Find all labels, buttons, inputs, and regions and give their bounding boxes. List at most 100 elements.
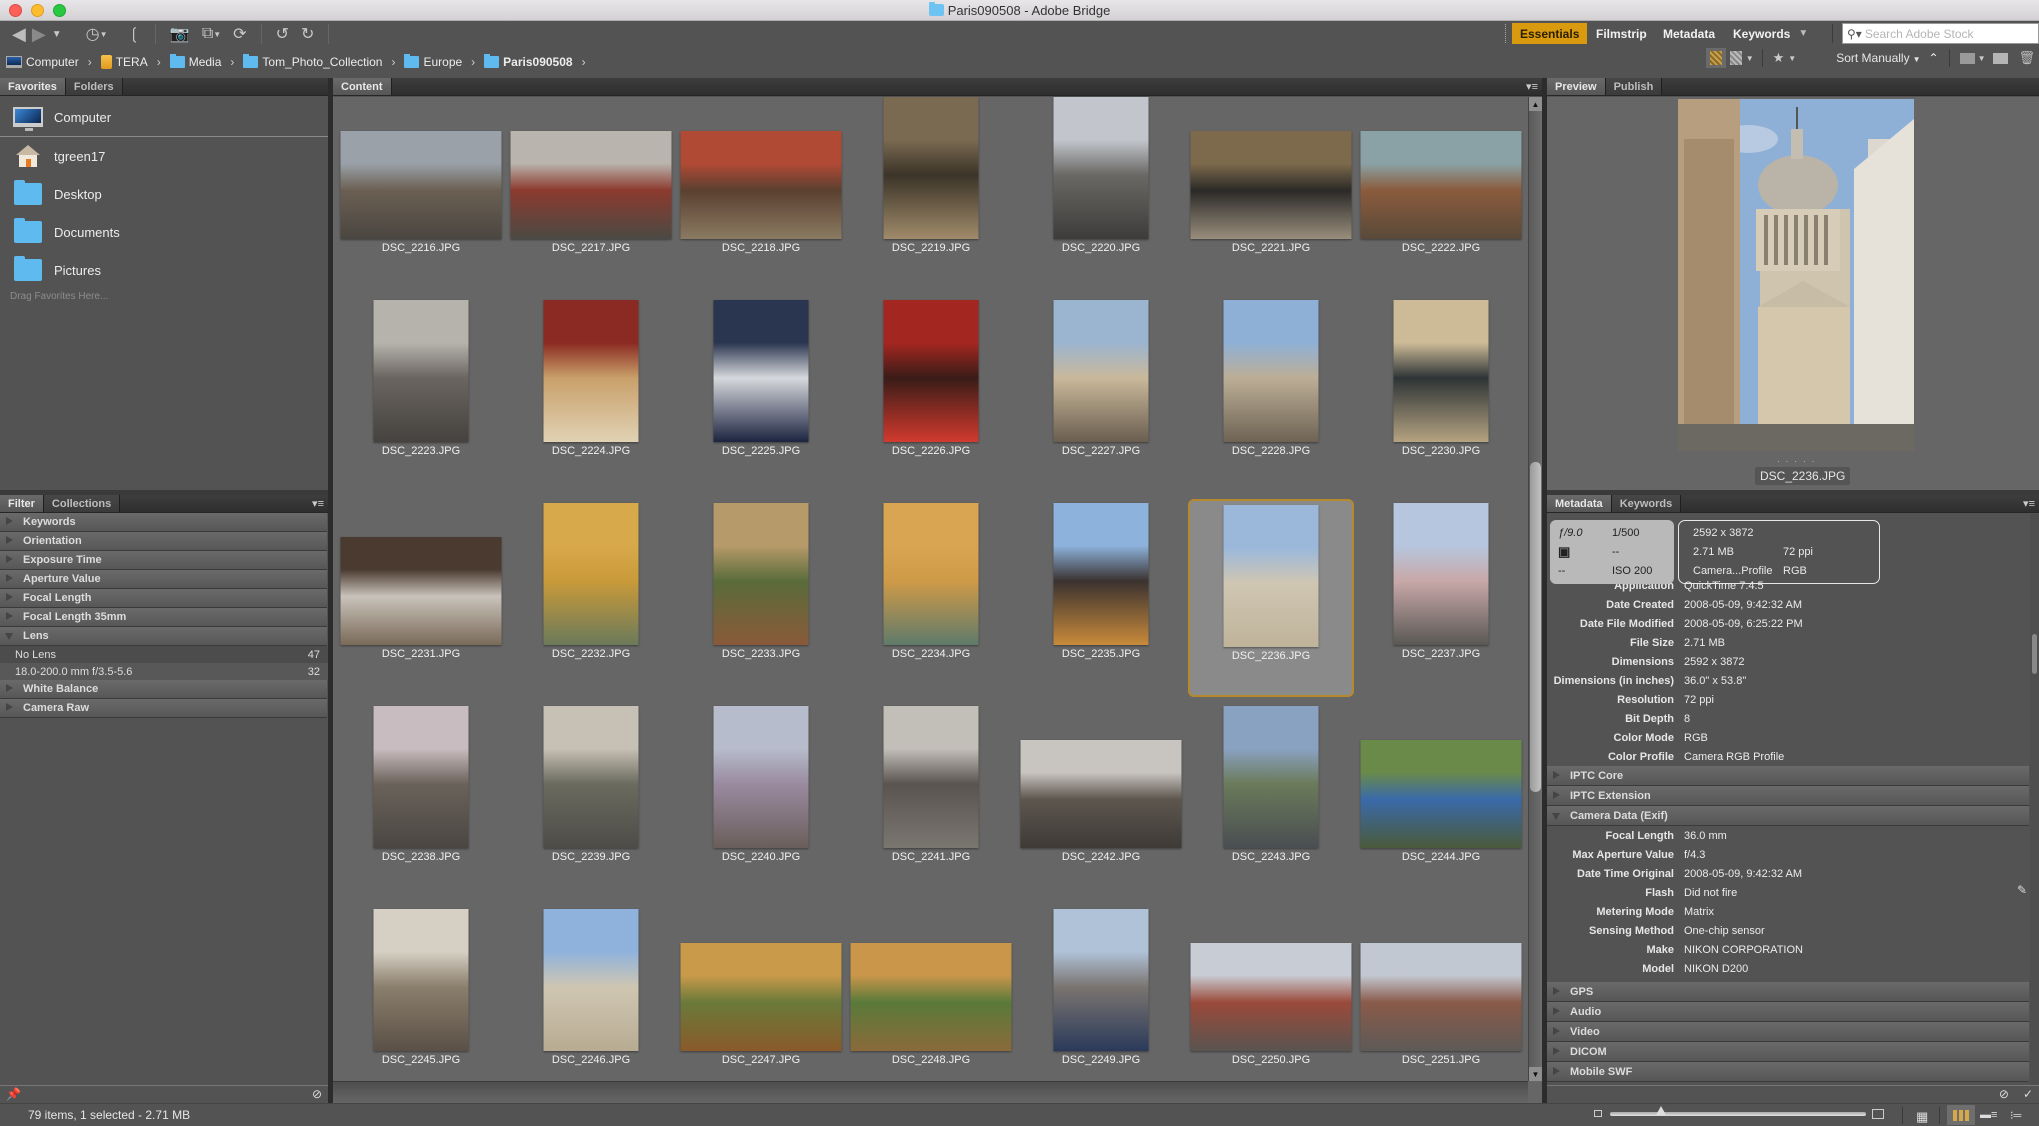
metadata-value[interactable]: 2592 x 3872 xyxy=(1684,656,1745,668)
search-input[interactable] xyxy=(1864,26,2035,41)
disclosure-triangle-icon[interactable] xyxy=(6,593,13,601)
thumbnail-image[interactable] xyxy=(680,943,842,1051)
scroll-up-icon[interactable]: ▲ xyxy=(1529,97,1542,111)
disclosure-triangle-icon[interactable] xyxy=(6,536,13,544)
workspace-metadata[interactable]: Metadata xyxy=(1655,23,1723,44)
metadata-section-audio[interactable]: Audio xyxy=(1547,1002,2029,1022)
new-folder-icon[interactable] xyxy=(1993,52,2009,64)
filter-section-lens[interactable]: Lens xyxy=(0,627,327,646)
disclosure-triangle-icon[interactable] xyxy=(1553,1047,1560,1055)
thumbnail-item[interactable]: DSC_2232.JPG xyxy=(508,499,674,697)
edit-pencil-icon[interactable]: ✎ xyxy=(2017,883,2027,897)
filter-section-aperture-value[interactable]: Aperture Value xyxy=(0,570,327,589)
workspace-grip[interactable] xyxy=(1505,24,1507,43)
rotate-left-icon[interactable]: ↺ xyxy=(276,23,289,45)
metadata-section-iptc-extension[interactable]: IPTC Extension xyxy=(1547,786,2029,806)
thumbnail-item[interactable]: DSC_2249.JPG xyxy=(1018,905,1184,1103)
favorite-desktop[interactable]: Desktop xyxy=(0,175,328,213)
tab-favorites[interactable]: Favorites xyxy=(0,78,66,95)
thumbnail-item[interactable]: DSC_2222.JPG xyxy=(1358,93,1524,291)
thumbnail-item[interactable]: DSC_2251.JPG xyxy=(1358,905,1524,1103)
favorite-documents[interactable]: Documents xyxy=(0,213,328,251)
disclosure-triangle-icon[interactable] xyxy=(6,703,13,711)
thumbnail-item[interactable]: DSC_2246.JPG xyxy=(508,905,674,1103)
thumbnail-item[interactable]: DSC_2239.JPG xyxy=(508,702,674,900)
thumbnail-item[interactable]: DSC_2231.JPG xyxy=(338,499,504,697)
thumbnail-image[interactable] xyxy=(1053,300,1149,442)
large-thumbnail-icon[interactable] xyxy=(1872,1109,1884,1119)
thumbnail-image[interactable] xyxy=(1053,909,1149,1051)
thumbnail-image[interactable] xyxy=(1360,131,1522,239)
breadcrumb-chevron-icon[interactable]: › xyxy=(157,55,161,69)
tab-folders[interactable]: Folders xyxy=(65,78,123,95)
disclosure-triangle-icon[interactable] xyxy=(1553,1067,1560,1075)
disclosure-triangle-icon[interactable] xyxy=(6,517,13,525)
thumbnail-item[interactable]: DSC_2224.JPG xyxy=(508,296,674,494)
thumbnail-image[interactable] xyxy=(1223,706,1319,848)
metadata-value[interactable]: f/4.3 xyxy=(1684,849,1705,861)
tab-publish[interactable]: Publish xyxy=(1605,78,1663,95)
metadata-value[interactable]: 2008-05-09, 6:25:22 PM xyxy=(1684,618,1803,630)
thumbnail-item[interactable]: DSC_2234.JPG xyxy=(848,499,1014,697)
breadcrumb-item-europe[interactable]: Europe xyxy=(404,54,462,69)
metadata-section-camera-data-exif[interactable]: Camera Data (Exif) xyxy=(1547,806,2029,826)
slider-knob[interactable] xyxy=(1656,1106,1667,1115)
thumbnail-image[interactable] xyxy=(1053,97,1149,239)
thumbnail-item[interactable]: DSC_2216.JPG xyxy=(338,93,504,291)
apply-edit-icon[interactable]: ✓ xyxy=(2023,1087,2033,1101)
thumbnail-image[interactable] xyxy=(340,537,502,645)
thumbnail-item[interactable]: DSC_2226.JPG xyxy=(848,296,1014,494)
filter-section-focal-length-35mm[interactable]: Focal Length 35mm xyxy=(0,608,327,627)
thumbnail-image[interactable] xyxy=(1393,300,1489,442)
thumbnail-image[interactable] xyxy=(543,300,639,442)
close-window-button[interactable] xyxy=(9,4,22,17)
thumbnail-item[interactable]: DSC_2228.JPG xyxy=(1188,296,1354,494)
thumbnail-image[interactable] xyxy=(510,131,672,239)
metadata-value[interactable]: 2008-05-09, 9:42:32 AM xyxy=(1684,599,1802,611)
disclosure-triangle-icon[interactable] xyxy=(1553,791,1560,799)
thumbnail-image[interactable] xyxy=(680,131,842,239)
disclosure-triangle-icon[interactable] xyxy=(1552,813,1560,824)
thumbnail-item[interactable]: DSC_2250.JPG xyxy=(1188,905,1354,1103)
review-mode-dropdown-icon[interactable]: ▼ xyxy=(1746,54,1754,63)
thumbnail-image[interactable] xyxy=(713,706,809,848)
metadata-value[interactable]: NIKON CORPORATION xyxy=(1684,944,1803,956)
thumbnail-image[interactable] xyxy=(543,706,639,848)
review-mode-icon[interactable] xyxy=(1729,51,1742,65)
preview-image[interactable] xyxy=(1678,99,1914,451)
breadcrumb-item-media[interactable]: Media xyxy=(169,54,221,69)
metadata-scrollbar-thumb[interactable] xyxy=(2032,634,2037,674)
filter-item[interactable]: 18.0-200.0 mm f/3.5-5.6 32 xyxy=(0,663,328,680)
thumbnail-size-slider[interactable] xyxy=(1610,1106,1866,1116)
metadata-value[interactable]: 36.0 mm xyxy=(1684,830,1727,842)
disclosure-triangle-icon[interactable] xyxy=(1553,1027,1560,1035)
maximize-window-button[interactable] xyxy=(53,4,66,17)
workspace-essentials[interactable]: Essentials xyxy=(1512,23,1588,44)
view-as-list-icon[interactable]: ⁝═ xyxy=(2010,1109,2021,1122)
metadata-value[interactable]: One-chip sensor xyxy=(1684,925,1765,937)
thumbnail-item[interactable]: DSC_2227.JPG xyxy=(1018,296,1184,494)
thumbnail-item[interactable]: DSC_2233.JPG xyxy=(678,499,844,697)
thumbnail-item[interactable]: DSC_2223.JPG xyxy=(338,296,504,494)
panel-menu-icon[interactable]: ▾≡ xyxy=(2023,497,2035,510)
get-photos-from-camera-icon[interactable]: 📷 xyxy=(170,23,190,45)
recent-files-icon[interactable]: ◷ ▼ xyxy=(86,23,108,45)
sort-dropdown[interactable]: Sort Manually ▼ xyxy=(1836,51,1920,65)
cancel-edit-icon[interactable]: ⊘ xyxy=(1999,1087,2009,1101)
boomerang-return-icon[interactable]: ❲ xyxy=(127,23,140,45)
workspace-menu-chevron-icon[interactable]: ▼ xyxy=(1798,28,1808,39)
breadcrumb-item-computer[interactable]: Computer xyxy=(6,55,79,69)
thumbnail-image[interactable] xyxy=(1393,503,1489,645)
disclosure-triangle-icon[interactable] xyxy=(6,612,13,620)
breadcrumb-item-paris090508[interactable]: Paris090508 xyxy=(484,54,573,69)
metadata-value[interactable]: 2.71 MB xyxy=(1684,637,1725,649)
thumbnail-item[interactable]: DSC_2235.JPG xyxy=(1018,499,1184,697)
thumbnail-image[interactable] xyxy=(543,909,639,1051)
panel-menu-icon[interactable]: ▾≡ xyxy=(312,497,324,510)
search-box[interactable]: ⚲▾ xyxy=(1842,23,2039,44)
filter-section-exposure-time[interactable]: Exposure Time xyxy=(0,551,327,570)
thumbnail-item[interactable]: DSC_2218.JPG xyxy=(678,93,844,291)
vertical-scrollbar[interactable]: ▲ ▼ xyxy=(1528,97,1542,1081)
breadcrumb-chevron-icon[interactable]: › xyxy=(391,55,395,69)
thumbnail-item[interactable]: DSC_2237.JPG xyxy=(1358,499,1524,697)
